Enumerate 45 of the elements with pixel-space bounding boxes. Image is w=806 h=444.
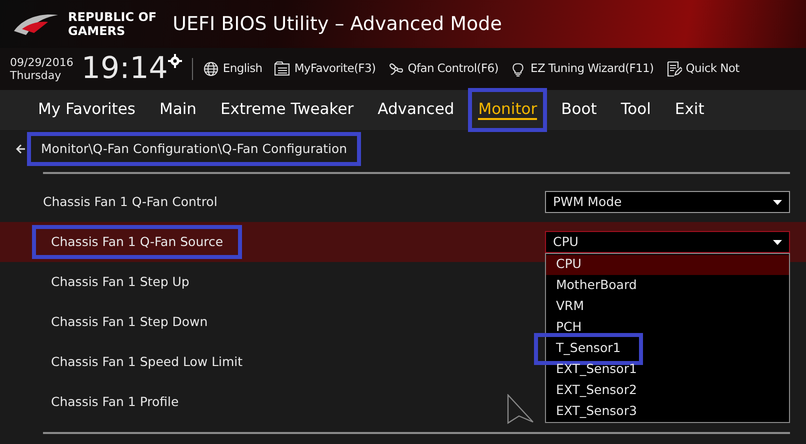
dropdown-option[interactable]: MotherBoard <box>546 276 647 296</box>
settings-icon[interactable] <box>168 54 182 68</box>
caret-icon <box>773 200 782 204</box>
setting-label: Chassis Fan 1 Speed Low Limit <box>50 352 244 371</box>
dropdown-option[interactable]: EXT_Sensor1 <box>546 360 647 380</box>
dropdown-select[interactable]: PWM Mode <box>545 191 790 213</box>
setting-label: Chassis Fan 1 Step Up <box>50 272 190 291</box>
setting-label: Chassis Fan 1 Q-Fan Control <box>42 192 218 211</box>
caret-icon <box>773 240 782 244</box>
dropdown-option[interactable]: VRM <box>546 296 594 316</box>
date-label: 09/29/2016 <box>10 56 74 69</box>
setting-label: Chassis Fan 1 Q-Fan Source <box>34 226 240 258</box>
nav-tab[interactable]: Tool <box>612 90 659 130</box>
toolbar-button[interactable]: EZ Tuning Wizard(F11) <box>530 60 654 78</box>
breadcrumb-path: Monitor\Q-Fan Configuration\Q-Fan Configuration <box>29 134 360 164</box>
brand-name: GAMERS <box>68 24 126 38</box>
fan-icon <box>388 61 404 77</box>
dropdown-select[interactable]: CPU <box>545 231 790 253</box>
setting-label: Chassis Fan 1 Profile <box>50 392 180 411</box>
nav-tab[interactable]: Advanced <box>370 90 462 130</box>
back-arrow-icon[interactable] <box>16 144 26 154</box>
cursor-icon <box>506 394 534 424</box>
globe-icon <box>202 61 219 77</box>
setting-label: Chassis Fan 1 Step Down <box>50 312 209 331</box>
nav-tab[interactable]: Monitor <box>470 90 546 130</box>
nav-tab[interactable]: Main <box>152 90 205 130</box>
lightbulb-icon <box>510 61 526 77</box>
toolbar-button[interactable]: English <box>222 60 262 78</box>
dropdown-option[interactable]: EXT_Sensor2 <box>546 380 647 400</box>
toolbar-button[interactable]: Quick Not <box>686 60 740 78</box>
dropdown-option[interactable]: EXT_Sensor3 <box>546 402 647 422</box>
clock-time: 19:14 <box>81 54 168 84</box>
note-icon <box>666 61 682 77</box>
list-icon <box>274 61 290 77</box>
nav-tab[interactable]: Boot <box>553 90 605 130</box>
nav-tab[interactable]: My Favorites <box>30 90 144 130</box>
toolbar-button[interactable]: MyFavorite(F3) <box>294 60 376 78</box>
nav-tab[interactable]: Exit <box>666 90 712 130</box>
dropdown-option[interactable]: CPU <box>546 254 789 274</box>
toolbar-button[interactable]: Qfan Control(F6) <box>408 60 498 78</box>
window-title: UEFI BIOS Utility – Advanced Mode <box>172 12 502 37</box>
nav-tab[interactable]: Extreme Tweaker <box>212 90 362 130</box>
dropdown-option[interactable]: PCH <box>546 318 592 338</box>
weekday-label: Thursday <box>10 69 62 82</box>
brand-name: REPUBLIC OF <box>68 10 157 24</box>
